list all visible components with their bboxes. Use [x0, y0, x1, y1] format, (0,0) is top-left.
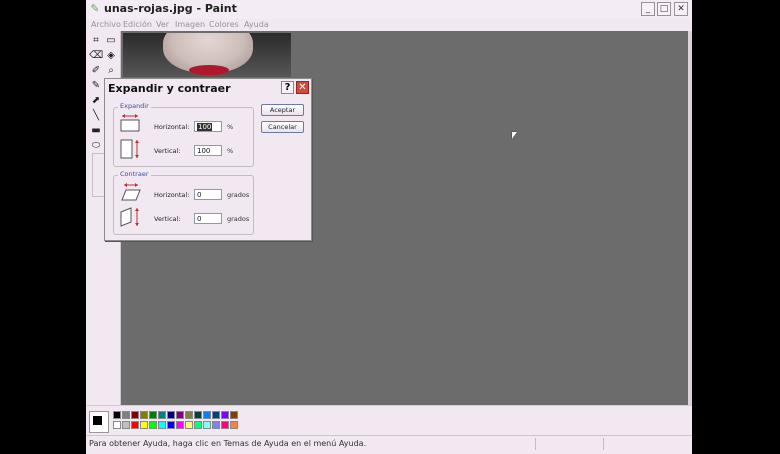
- free-select-icon[interactable]: ⌗: [89, 34, 103, 47]
- palette-swatch[interactable]: [122, 421, 130, 429]
- palette-swatch[interactable]: [176, 411, 184, 419]
- magnifier-icon[interactable]: ⌕: [104, 64, 118, 77]
- palette-swatch[interactable]: [221, 411, 229, 419]
- palette-swatch[interactable]: [131, 411, 139, 419]
- expand-horizontal-label: Horizontal:: [154, 123, 190, 131]
- expand-vertical-unit: %: [227, 147, 234, 155]
- mouse-cursor: [512, 132, 517, 139]
- palette-swatch[interactable]: [140, 411, 148, 419]
- expand-group: Expandir Horizontal: 100 % Vertical: 100…: [113, 102, 254, 167]
- skew-horizontal-input[interactable]: 0: [194, 189, 222, 200]
- expand-horizontal-icon: [120, 114, 140, 132]
- pencil-icon[interactable]: ✎: [89, 79, 103, 92]
- close-dialog-button[interactable]: ✕: [296, 81, 309, 94]
- foreground-color[interactable]: [92, 415, 103, 426]
- skew-horizontal-icon: [121, 183, 141, 201]
- palette-swatch[interactable]: [167, 411, 175, 419]
- palette-swatch[interactable]: [194, 421, 202, 429]
- palette-swatch[interactable]: [113, 411, 121, 419]
- rect-select-icon[interactable]: ▭: [104, 34, 118, 47]
- canvas-image[interactable]: [123, 33, 291, 77]
- expand-vertical-icon: [120, 139, 139, 159]
- brush-icon[interactable]: ⬈: [89, 94, 103, 107]
- skew-vertical-label: Vertical:: [154, 215, 181, 223]
- paint-app-icon: ✎: [90, 2, 100, 15]
- expand-group-label: Expandir: [118, 102, 151, 110]
- skew-group: Contraer Horizontal: 0 grados Vertical: …: [113, 170, 254, 235]
- maximize-button[interactable]: □: [657, 2, 671, 16]
- rectangle-icon[interactable]: ▬: [89, 124, 103, 137]
- expand-contract-dialog: Expandir y contraer ? ✕ Expandir Horizon…: [104, 78, 312, 241]
- status-bar: Para obtener Ayuda, haga clic en Temas d…: [86, 435, 692, 454]
- palette-swatch[interactable]: [185, 421, 193, 429]
- status-text: Para obtener Ayuda, haga clic en Temas d…: [89, 439, 367, 448]
- close-window-button[interactable]: ✕: [674, 2, 688, 16]
- status-cell-size: [603, 438, 684, 450]
- palette-swatch[interactable]: [194, 411, 202, 419]
- menu-ver[interactable]: Ver: [156, 20, 169, 29]
- minimize-button[interactable]: _: [641, 2, 655, 16]
- menu-archivo[interactable]: Archivo: [91, 20, 121, 29]
- help-button[interactable]: ?: [281, 81, 294, 94]
- palette-swatch[interactable]: [158, 421, 166, 429]
- palette-swatch[interactable]: [158, 411, 166, 419]
- dialog-title: Expandir y contraer: [108, 82, 231, 95]
- vertical-scrollbar[interactable]: [688, 31, 692, 405]
- skew-group-label: Contraer: [118, 170, 151, 178]
- palette-swatch[interactable]: [212, 421, 220, 429]
- palette-swatch[interactable]: [212, 411, 220, 419]
- cancel-button[interactable]: Cancelar: [261, 121, 304, 133]
- menu-colores[interactable]: Colores: [209, 20, 239, 29]
- skew-vertical-icon: [120, 207, 139, 227]
- palette-swatch[interactable]: [131, 421, 139, 429]
- palette-swatch[interactable]: [149, 421, 157, 429]
- expand-horizontal-unit: %: [227, 123, 234, 131]
- expand-vertical-input[interactable]: 100: [194, 145, 222, 156]
- ellipse-icon[interactable]: ⬭: [89, 139, 103, 152]
- current-colors[interactable]: [89, 411, 109, 433]
- palette-swatch[interactable]: [122, 411, 130, 419]
- expand-horizontal-input[interactable]: 100: [194, 121, 222, 132]
- skew-horizontal-label: Horizontal:: [154, 191, 190, 199]
- palette-swatch[interactable]: [203, 421, 211, 429]
- menu-edicion[interactable]: Edición: [123, 20, 152, 29]
- line-icon[interactable]: ╲: [89, 109, 103, 122]
- palette-swatch[interactable]: [230, 421, 238, 429]
- color-picker-icon[interactable]: ✐: [89, 64, 103, 77]
- palette-swatch[interactable]: [149, 411, 157, 419]
- palette-swatch[interactable]: [140, 421, 148, 429]
- status-cell-coords: [535, 438, 604, 450]
- window-title: unas-rojas.jpg - Paint: [104, 2, 237, 15]
- expand-vertical-label: Vertical:: [154, 147, 181, 155]
- palette-swatch[interactable]: [167, 421, 175, 429]
- skew-vertical-input[interactable]: 0: [194, 213, 222, 224]
- skew-horizontal-unit: grados: [227, 191, 250, 199]
- palette-swatch[interactable]: [203, 411, 211, 419]
- eraser-icon[interactable]: ⌫: [89, 49, 103, 62]
- title-bar[interactable]: ✎ unas-rojas.jpg - Paint _ □ ✕: [86, 0, 692, 19]
- palette-swatch[interactable]: [113, 421, 121, 429]
- menu-bar: Archivo Edición Ver Imagen Colores Ayuda: [86, 19, 692, 31]
- palette-swatch[interactable]: [221, 421, 229, 429]
- palette-swatch[interactable]: [176, 421, 184, 429]
- color-palette: [86, 405, 692, 436]
- palette-swatch[interactable]: [230, 411, 238, 419]
- expand-horizontal-value: 100: [197, 123, 213, 131]
- fill-icon[interactable]: ◈: [104, 49, 118, 62]
- palette-swatch[interactable]: [185, 411, 193, 419]
- ok-button[interactable]: Aceptar: [261, 104, 304, 116]
- menu-imagen[interactable]: Imagen: [175, 20, 205, 29]
- menu-ayuda[interactable]: Ayuda: [244, 20, 269, 29]
- red-lips: [189, 65, 229, 75]
- skew-vertical-unit: grados: [227, 215, 250, 223]
